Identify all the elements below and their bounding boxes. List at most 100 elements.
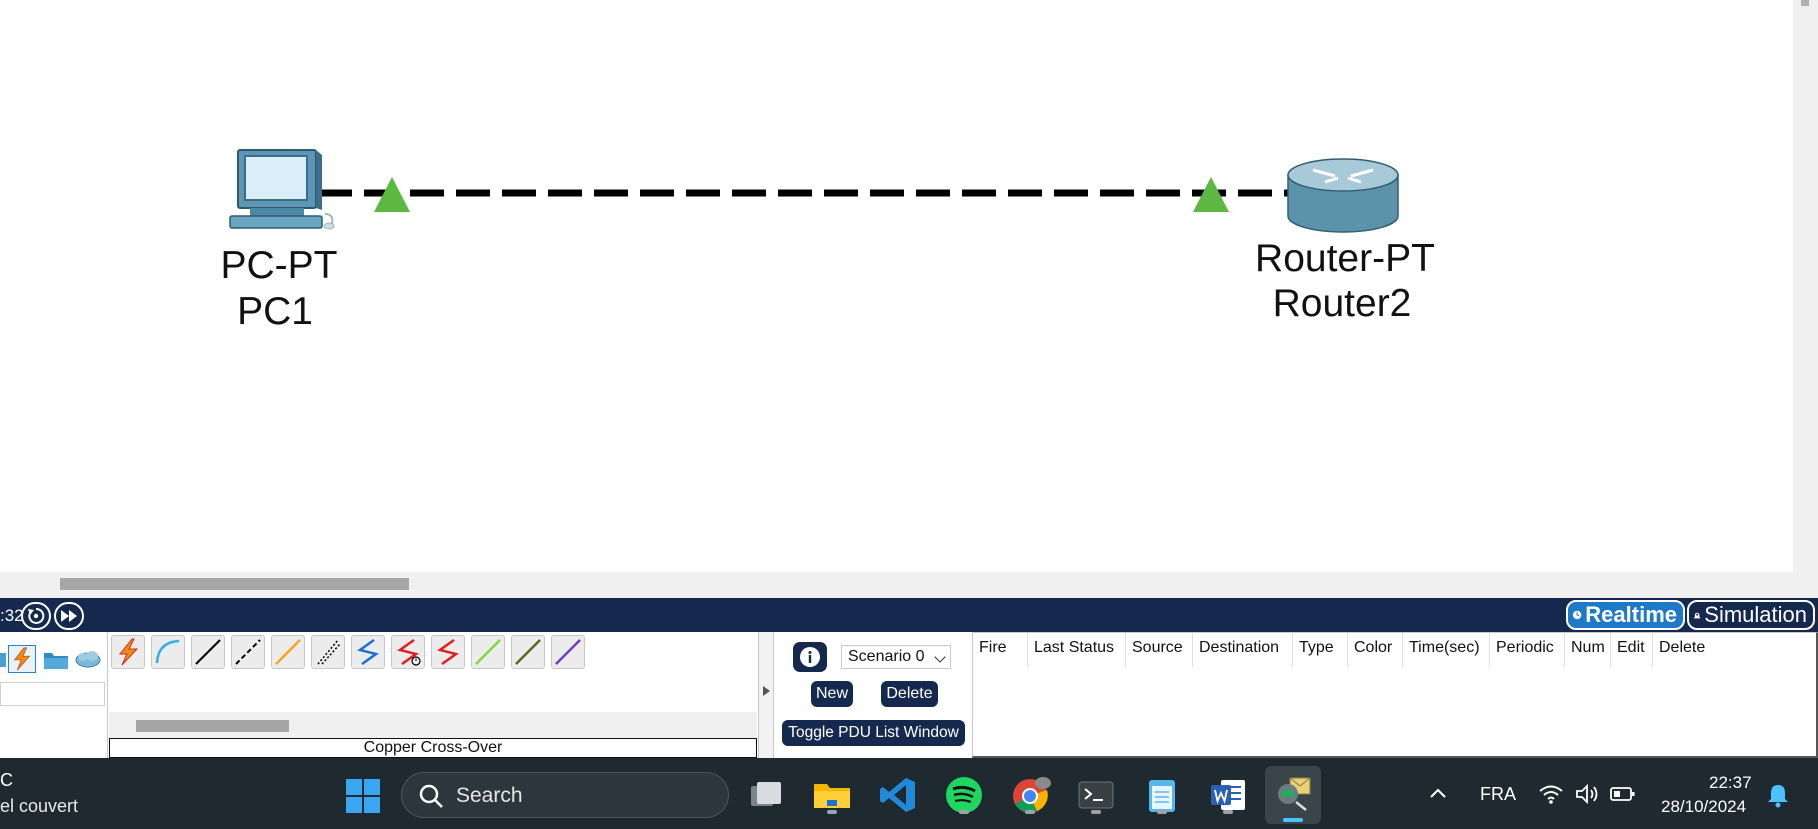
panel-splitter[interactable] xyxy=(758,632,774,758)
expand-arrow-icon[interactable] xyxy=(763,686,770,696)
connection-types-panel: Copper Cross-Over xyxy=(109,632,757,758)
octal-cable-button[interactable] xyxy=(471,635,505,669)
misc-category-icon[interactable] xyxy=(42,645,70,673)
status-bar: :32 Realtime Simulation xyxy=(0,598,1818,632)
serial-dce-button[interactable] xyxy=(391,635,425,669)
scenario-select-value: Scenario 0 xyxy=(848,648,925,665)
volume-icon[interactable] xyxy=(1574,783,1600,805)
packet-tracer-icon xyxy=(1278,777,1311,811)
windows-taskbar: C el couvert Search FRA 22:37 28/10/2024 xyxy=(0,758,1818,829)
clock-date[interactable]: 28/10/2024 xyxy=(1661,797,1746,817)
pdu-table-header: Fire Last Status Source Destination Type… xyxy=(973,633,1816,667)
realtime-label: Realtime xyxy=(1585,602,1677,627)
fiber-icon xyxy=(275,639,301,665)
octal-icon xyxy=(475,639,501,665)
notification-bell-icon[interactable] xyxy=(1766,782,1790,808)
coaxial-button[interactable] xyxy=(351,635,385,669)
iot-cable-icon xyxy=(515,639,541,665)
notepad-button[interactable] xyxy=(1141,774,1183,816)
terminal-button[interactable] xyxy=(1075,774,1117,816)
serial-dte-button[interactable] xyxy=(431,635,465,669)
workspace-vertical-scrollbar[interactable] xyxy=(1793,0,1818,598)
logical-workspace[interactable]: PC-PT PC1 Router-PT Router2 xyxy=(0,0,1793,572)
packet-tracer-taskbar-button[interactable] xyxy=(1265,766,1321,824)
pc-icon[interactable] xyxy=(229,149,335,230)
info-icon xyxy=(800,647,820,667)
pc-name-label: PC1 xyxy=(237,290,313,333)
connections-category-icon[interactable] xyxy=(8,645,36,673)
automatic-connection-button[interactable] xyxy=(111,635,145,669)
fast-forward-button[interactable] xyxy=(54,602,84,630)
vscode-button[interactable] xyxy=(877,774,919,816)
clock-icon xyxy=(1572,610,1582,620)
coaxial-icon xyxy=(357,638,379,666)
column-header[interactable]: Edit xyxy=(1611,633,1653,667)
bottom-panel: Copper Cross-Over Scenario 0 New Delete … xyxy=(0,632,1818,758)
weather-temperature[interactable]: C xyxy=(0,770,13,791)
column-header[interactable]: Fire xyxy=(973,633,1028,667)
word-button[interactable] xyxy=(1207,774,1249,816)
phone-cable-button[interactable] xyxy=(311,635,345,669)
copper-straight-icon xyxy=(195,639,221,665)
usb-cable-icon xyxy=(555,639,581,665)
fast-forward-icon xyxy=(61,610,77,622)
copper-crossover-button[interactable] xyxy=(231,635,265,669)
simulation-mode-button[interactable]: Simulation xyxy=(1687,600,1815,630)
file-explorer-button[interactable] xyxy=(811,774,853,816)
copper-straight-through-button[interactable] xyxy=(191,635,225,669)
pdu-list-table: Fire Last Status Source Destination Type… xyxy=(972,632,1818,758)
task-view-icon xyxy=(751,782,781,806)
scenario-info-button[interactable] xyxy=(793,642,827,672)
simulation-icon xyxy=(1694,612,1701,619)
device-filter-input[interactable] xyxy=(0,682,105,706)
copper-crossover-icon xyxy=(235,639,261,665)
wifi-icon[interactable] xyxy=(1538,783,1564,805)
iot-cable-button[interactable] xyxy=(511,635,545,669)
column-header[interactable]: Destination xyxy=(1193,633,1293,667)
router-icon[interactable] xyxy=(1287,158,1399,233)
scenario-select[interactable]: Scenario 0 xyxy=(841,645,951,669)
column-header[interactable]: Num xyxy=(1565,633,1611,667)
spotify-button[interactable] xyxy=(943,774,985,816)
chevron-up-icon[interactable] xyxy=(1428,784,1448,804)
automatic-lightning-icon xyxy=(118,638,139,666)
input-language-indicator[interactable]: FRA xyxy=(1480,784,1516,805)
delete-scenario-button[interactable]: Delete xyxy=(881,681,938,707)
taskbar-search-box[interactable]: Search xyxy=(401,772,729,818)
new-scenario-button[interactable]: New xyxy=(811,681,853,707)
scenario-panel: Scenario 0 New Delete Toggle PDU List Wi… xyxy=(775,632,970,758)
vertical-scroll-thumb[interactable] xyxy=(1801,0,1809,6)
console-cable-button[interactable] xyxy=(151,635,185,669)
toggle-pdu-list-button[interactable]: Toggle PDU List Window xyxy=(782,720,965,746)
task-view-button[interactable] xyxy=(745,774,787,816)
power-cycle-button[interactable] xyxy=(21,602,51,630)
serial-dte-icon xyxy=(437,638,459,666)
column-header[interactable]: Color xyxy=(1348,633,1403,667)
simulation-label: Simulation xyxy=(1704,602,1807,627)
realtime-mode-button[interactable]: Realtime xyxy=(1566,600,1685,630)
column-header[interactable]: Time(sec) xyxy=(1403,633,1490,667)
search-icon xyxy=(419,784,443,808)
serial-dce-icon xyxy=(397,638,421,666)
windows-start-icon[interactable] xyxy=(345,778,381,814)
workspace-horizontal-scrollbar[interactable] xyxy=(0,572,1793,598)
column-header[interactable]: Delete xyxy=(1653,633,1723,667)
vscode-icon xyxy=(880,778,915,812)
column-header[interactable]: Source xyxy=(1126,633,1193,667)
battery-icon[interactable] xyxy=(1610,783,1636,805)
chrome-button[interactable] xyxy=(1009,774,1051,816)
column-header[interactable]: Type xyxy=(1293,633,1348,667)
column-header[interactable]: Last Status xyxy=(1028,633,1126,667)
fiber-button[interactable] xyxy=(271,635,305,669)
multiuser-cloud-icon[interactable] xyxy=(74,645,102,673)
weather-condition[interactable]: el couvert xyxy=(0,796,78,817)
usb-cable-button[interactable] xyxy=(551,635,585,669)
column-header[interactable]: Periodic xyxy=(1490,633,1565,667)
router-name-label: Router2 xyxy=(1272,282,1412,325)
running-indicator xyxy=(1157,810,1167,814)
running-indicator xyxy=(959,810,969,814)
connection-types-scroll-thumb[interactable] xyxy=(136,720,289,732)
running-indicator xyxy=(827,810,837,814)
clock-time[interactable]: 22:37 xyxy=(1709,773,1752,793)
horizontal-scroll-thumb[interactable] xyxy=(60,578,409,590)
